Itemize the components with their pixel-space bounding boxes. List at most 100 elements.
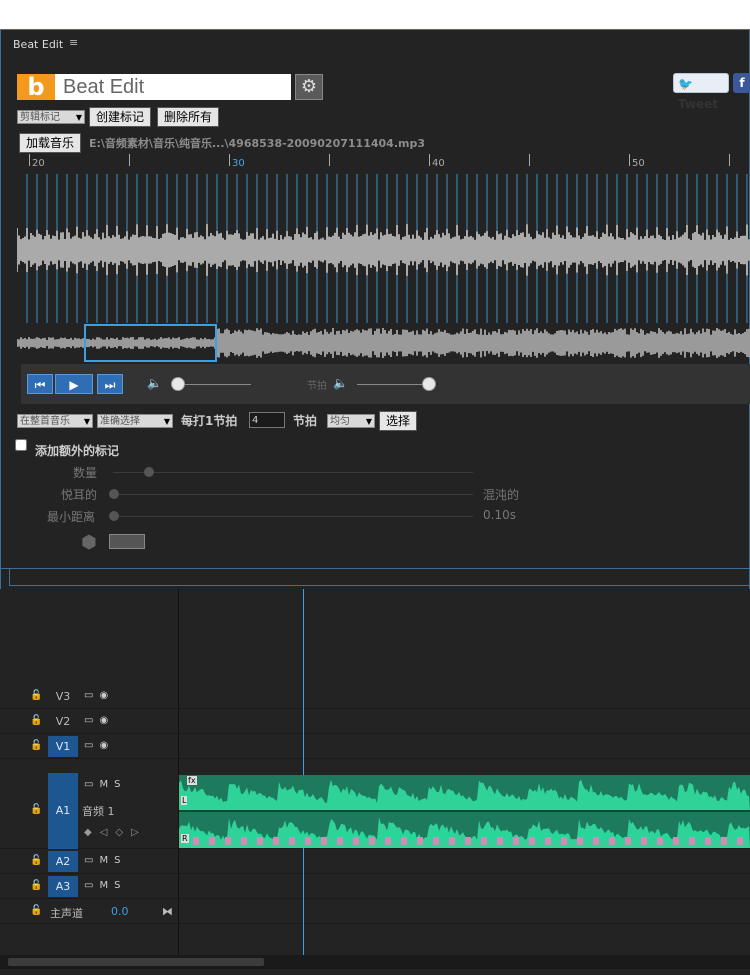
- beat-marker[interactable]: [369, 837, 375, 845]
- beat-marker[interactable]: [193, 837, 199, 845]
- scrollbar-thumb[interactable]: [8, 958, 264, 966]
- time-ruler[interactable]: 20 30 40 50: [1, 30, 750, 170]
- beat-marker[interactable]: [625, 837, 631, 845]
- fx-badge[interactable]: fx: [187, 776, 197, 785]
- beat-marker[interactable]: [465, 837, 471, 845]
- lock-icon[interactable]: 🔓: [30, 880, 42, 891]
- beat-marker[interactable]: [241, 837, 247, 845]
- distribution-select[interactable]: 均匀 ▼: [327, 414, 375, 428]
- video-track-icons[interactable]: ▭◉: [84, 715, 114, 726]
- beat-marker[interactable]: [321, 837, 327, 845]
- mic-icon[interactable]: ▭: [84, 855, 99, 866]
- audio-clip[interactable]: fx L R: [179, 775, 750, 848]
- select-button[interactable]: 选择: [379, 411, 418, 431]
- beat-marker[interactable]: [497, 837, 503, 845]
- beat-marker[interactable]: [401, 837, 407, 845]
- keyframe-nav[interactable]: ◆◁◇▷: [84, 827, 147, 838]
- pleasant-slider-track[interactable]: [113, 494, 473, 495]
- lock-icon[interactable]: 🔓: [30, 905, 42, 916]
- count-slider-knob[interactable]: [144, 467, 154, 477]
- solo-button[interactable]: S: [114, 855, 126, 866]
- beat-marker[interactable]: [737, 837, 743, 845]
- beat-marker[interactable]: [417, 837, 423, 845]
- beat-marker[interactable]: [305, 837, 311, 845]
- beat-marker[interactable]: [577, 837, 583, 845]
- keyframe-icon[interactable]: ◆: [84, 827, 100, 838]
- dice-icon[interactable]: ⬢: [81, 532, 97, 553]
- mute-button[interactable]: M: [99, 880, 114, 891]
- beat-marker[interactable]: [337, 837, 343, 845]
- mute-button[interactable]: M: [99, 855, 114, 866]
- playhead[interactable]: [303, 589, 304, 957]
- beat-count-input[interactable]: [249, 412, 285, 428]
- eye-icon[interactable]: ◉: [99, 715, 114, 726]
- beat-marker[interactable]: [529, 837, 535, 845]
- beat-volume-slider-track[interactable]: [357, 384, 429, 385]
- beat-marker[interactable]: [513, 837, 519, 845]
- beat-marker[interactable]: [433, 837, 439, 845]
- lock-icon[interactable]: 🔓: [30, 715, 42, 726]
- audio-track-name[interactable]: 音频 1: [82, 803, 115, 819]
- overview-waveform[interactable]: [17, 324, 750, 362]
- master-volume-value[interactable]: 0.0: [111, 905, 129, 918]
- beat-marker[interactable]: [273, 837, 279, 845]
- track-target-a3[interactable]: A3: [48, 876, 78, 897]
- track-target-a1[interactable]: A1: [48, 773, 78, 849]
- beat-volume-slider-knob[interactable]: [422, 377, 436, 391]
- track-target-v2[interactable]: V2: [48, 711, 78, 732]
- eye-icon[interactable]: ◉: [99, 690, 114, 701]
- add-keyframe-icon[interactable]: ◇: [115, 827, 131, 838]
- master-track-row[interactable]: 🔓 主声道 0.0 ⧓: [0, 899, 750, 924]
- lock-icon[interactable]: 🔓: [30, 740, 42, 751]
- beat-marker[interactable]: [609, 837, 615, 845]
- beat-marker[interactable]: [721, 837, 727, 845]
- track-row-v1[interactable]: 🔓 V1 ▭◉: [0, 734, 750, 759]
- audio-track-icons[interactable]: ▭MS: [84, 855, 126, 866]
- beat-waveform[interactable]: [17, 168, 750, 323]
- video-track-icons[interactable]: ▭◉: [84, 740, 114, 751]
- skip-forward-icon[interactable]: ⏭: [97, 374, 123, 394]
- film-icon[interactable]: ▭: [84, 715, 99, 726]
- track-target-v3[interactable]: V3: [48, 686, 78, 707]
- lock-icon[interactable]: 🔓: [30, 804, 42, 815]
- audio-track-icons[interactable]: ▭MS: [84, 779, 126, 790]
- track-row-v3[interactable]: 🔓 V3 ▭◉: [0, 684, 750, 709]
- count-slider-track[interactable]: [113, 472, 473, 473]
- beat-marker[interactable]: [289, 837, 295, 845]
- min-distance-slider-knob[interactable]: [109, 511, 119, 521]
- source-select[interactable]: 在整首音乐 ▼: [17, 414, 93, 428]
- beat-marker[interactable]: [353, 837, 359, 845]
- volume-slider-knob[interactable]: [171, 377, 185, 391]
- mic-icon[interactable]: ▭: [84, 779, 99, 790]
- beat-marker[interactable]: [689, 837, 695, 845]
- eye-icon[interactable]: ◉: [99, 740, 114, 751]
- mode-select[interactable]: 准确选择 ▼: [97, 414, 173, 428]
- beat-marker[interactable]: [705, 837, 711, 845]
- audio-track-icons[interactable]: ▭MS: [84, 880, 126, 891]
- track-row-v2[interactable]: 🔓 V2 ▭◉: [0, 709, 750, 734]
- horizontal-scrollbar[interactable]: [0, 955, 750, 969]
- beat-marker[interactable]: [481, 837, 487, 845]
- min-distance-slider-track[interactable]: [113, 516, 473, 517]
- beat-marker[interactable]: [385, 837, 391, 845]
- solo-button[interactable]: S: [114, 880, 126, 891]
- pleasant-slider-knob[interactable]: [109, 489, 119, 499]
- beat-marker[interactable]: [657, 837, 663, 845]
- beat-marker[interactable]: [545, 837, 551, 845]
- beat-marker[interactable]: [225, 837, 231, 845]
- jump-to-end-icon[interactable]: ⧓: [162, 905, 173, 918]
- video-track-icons[interactable]: ▭◉: [84, 690, 114, 701]
- track-row-a2[interactable]: 🔓 A2 ▭MS: [0, 849, 750, 874]
- mic-icon[interactable]: ▭: [84, 880, 99, 891]
- prev-keyframe-icon[interactable]: ◁: [100, 827, 116, 838]
- beat-marker[interactable]: [673, 837, 679, 845]
- solo-button[interactable]: S: [114, 779, 126, 790]
- film-icon[interactable]: ▭: [84, 690, 99, 701]
- skip-back-icon[interactable]: ⏮: [27, 374, 53, 394]
- track-target-v1[interactable]: V1: [48, 736, 78, 757]
- next-keyframe-icon[interactable]: ▷: [131, 827, 147, 838]
- lock-icon[interactable]: 🔓: [30, 855, 42, 866]
- beat-marker[interactable]: [593, 837, 599, 845]
- beat-marker[interactable]: [561, 837, 567, 845]
- extra-markers-checkbox[interactable]: [15, 439, 27, 451]
